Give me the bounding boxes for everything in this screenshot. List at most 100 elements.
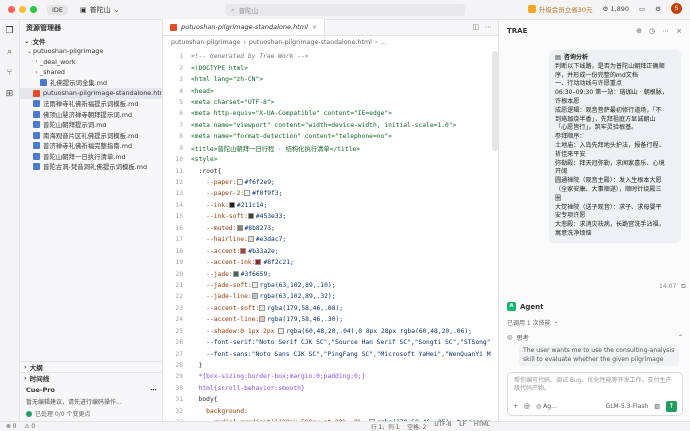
color-swatch-icon[interactable] — [247, 213, 254, 220]
color-swatch-icon[interactable] — [244, 190, 251, 197]
tree-file[interactable]: putuoshan-pilgrimage-standalone.html — [20, 88, 162, 99]
explorer-icon[interactable]: ❐ — [4, 26, 15, 37]
message-line: 参拜顺序： — [555, 133, 586, 141]
tree-file[interactable]: 南海观音片区礼佛提示词模板.md — [20, 130, 162, 141]
cue-pro-title: Cue-Pro — [26, 386, 55, 394]
code-value: rgba(179,58,46,.30); — [267, 316, 344, 324]
message-line: 成愿逻辑：观音菩萨最初修行道场，「不 — [555, 106, 662, 114]
model-select[interactable]: GLM-5.3-Flash — [606, 403, 649, 410]
code-token: <!-- Generated by Trae Work --> — [191, 53, 309, 61]
avatar[interactable]: S — [671, 3, 682, 14]
breadcrumb-item[interactable]: putuoshan-pilgrimage — [171, 39, 240, 46]
timeline-section-header[interactable]: › 时间线 — [20, 372, 163, 383]
cue-status-text: 已处理 0/0 个变更点 — [35, 411, 91, 418]
tree-file[interactable]: 普济禅寺礼佛祈福完整指南.md — [20, 141, 162, 152]
tree-folder[interactable]: › _shared — [20, 67, 162, 78]
search-icon[interactable]: ⌕ — [4, 47, 15, 58]
tab-standalone-html[interactable]: putuoshan-pilgrimage-standalone.html × — [163, 19, 326, 35]
color-swatch-icon[interactable] — [251, 281, 258, 288]
errors-indicator[interactable]: ⊗ 0 — [6, 424, 16, 430]
tree-folder[interactable]: ⌄ putuoshan-pilgrimage — [20, 46, 162, 57]
minimize-window-button[interactable] — [19, 6, 26, 13]
breadcrumb-item[interactable]: ... — [380, 39, 386, 46]
cue-pro-panel: Cue-Pro ⋯ 暂无编辑建议，请先进行编码操作... 已处理 0/0 个变更… — [20, 383, 163, 421]
mention-button[interactable]: @ — [524, 403, 530, 410]
code-line: 22 --jade-line: rgba(63,102,89,.32); — [163, 291, 498, 302]
split-editor-icon[interactable]: ◫ — [472, 23, 479, 31]
more-icon[interactable]: ⋯ — [662, 27, 669, 35]
code-view[interactable]: 1 <!-- Generated by Trae Work --> 2 <!DOCTY… — [163, 51, 498, 421]
code-token: --font-serif:"Noto Serif CJK SC","Source… — [191, 339, 491, 347]
tree-file[interactable]: 普陀山朝拜一日执行清单.md — [20, 151, 162, 162]
breadcrumb-item[interactable]: putuoshan-pilgrimage-standalone.html — [249, 39, 372, 46]
add-context-button[interactable]: + — [513, 403, 518, 410]
send-button[interactable]: ↑ — [666, 401, 677, 412]
color-swatch-icon[interactable] — [259, 304, 266, 311]
color-swatch-icon[interactable] — [240, 247, 247, 254]
encoding[interactable]: UTF-8 — [434, 422, 451, 431]
tree-file[interactable]: 礼佛提示词全集.md — [20, 78, 162, 89]
code-line: 6 <meta http-equiv="X-UA-Compatible" cont… — [163, 108, 498, 119]
tree-folder[interactable]: › _deai_work — [20, 57, 162, 68]
extensions-icon[interactable]: ⊞ — [4, 89, 15, 100]
tree-file[interactable]: 普陀古洞-梵音洞礼佛提示词模板.md — [20, 162, 162, 173]
tree-file[interactable]: 法雨禅寺礼佛祈福提示词模板.md — [20, 99, 162, 110]
settings-icon[interactable]: ⚙ — [655, 5, 661, 13]
tree-file[interactable]: 佛顶山慧济禅寺朝拜提示词.md — [20, 109, 162, 120]
thinking-section-header[interactable]: ◎ 思考 ⌃ — [507, 333, 683, 342]
color-swatch-icon[interactable] — [236, 224, 243, 231]
new-chat-icon[interactable]: ⊕ — [636, 27, 642, 35]
color-swatch-icon[interactable] — [278, 327, 285, 334]
chat-input[interactable]: 帮你编写代码、调试 Bug、优化性能等开发工作，交付生产级代码产物。 + @ ◎… — [507, 372, 683, 416]
skill-call-summary[interactable]: 已调用 1 次技能 ⌄ — [507, 318, 559, 327]
code-line: 18 --accent: #b33a2e; — [163, 245, 498, 256]
history-icon[interactable]: ◷ — [649, 27, 655, 35]
code-text: --ink-soft: #453e33; — [191, 213, 286, 220]
code-text: --jade-soft: rgba(63,102,89,.10); — [191, 281, 336, 289]
cue-pro-status: 已处理 0/0 个变更点 — [26, 409, 157, 418]
html-file-icon — [170, 23, 177, 31]
image-icon[interactable]: ▨ — [654, 403, 660, 410]
command-search-input[interactable]: ⌕ 普陀山 — [225, 4, 465, 16]
files-section-header[interactable]: ⌄ 文件 — [20, 35, 162, 46]
line-number: 13 — [175, 190, 183, 198]
code-text: <meta http-equiv="X-UA-Compatible" conte… — [191, 110, 392, 117]
ide-mode-badge[interactable]: IDE — [47, 4, 69, 15]
line-ending[interactable]: LF — [459, 422, 466, 431]
color-swatch-icon[interactable] — [236, 179, 243, 186]
chevron-up-icon: ⌃ — [677, 334, 683, 341]
line-number: 30 — [175, 384, 183, 392]
color-swatch-icon[interactable] — [228, 201, 235, 208]
color-swatch-icon[interactable] — [251, 293, 258, 300]
color-swatch-icon[interactable] — [259, 316, 266, 323]
tree-file[interactable]: 普陀山朝拜提示词.md — [20, 120, 162, 131]
cursor-position[interactable]: 行 1，列 1 — [371, 422, 399, 431]
close-icon[interactable]: × — [676, 27, 682, 35]
indentation[interactable]: 空格: 2 — [407, 422, 426, 431]
chevron-right-icon: › — [243, 39, 246, 46]
color-swatch-icon[interactable] — [232, 270, 239, 277]
close-tab-icon[interactable]: × — [312, 23, 317, 31]
sidebar-bottom: › 大纲 › 时间线 Cue-Pro ⋯ 暂无编辑建议，请先进行编码操作... … — [20, 361, 163, 421]
code-value: #f6f2e9; — [244, 179, 275, 187]
color-swatch-icon[interactable] — [247, 236, 254, 243]
message-line: 06:30–09:30 第一站：珞珈山 · 朝根脉， — [555, 89, 668, 97]
language-mode[interactable]: HTML — [474, 422, 490, 431]
close-window-button[interactable] — [8, 6, 15, 13]
color-swatch-icon[interactable] — [255, 259, 262, 266]
warnings-indicator[interactable]: ⚠ 0 — [24, 424, 35, 430]
maximize-window-button[interactable] — [30, 6, 37, 13]
source-control-icon[interactable]: ⑂ — [4, 68, 15, 79]
code-token: --accent-line: — [191, 316, 260, 324]
points-counter[interactable]: ⚙ 1,890 — [603, 5, 630, 13]
more-icon[interactable]: ⋯ — [485, 23, 492, 31]
code-token: --paper-2: — [191, 190, 245, 198]
project-switcher[interactable]: ▣ 普陀山 ⌄ — [80, 5, 120, 15]
more-icon[interactable]: ⋯ — [151, 386, 158, 394]
outline-section-header[interactable]: › 大纲 — [20, 361, 163, 372]
upgrade-button[interactable]: 升级会员立省30元 — [527, 4, 593, 14]
copy-icon[interactable]: ⧉ — [681, 283, 685, 291]
layout-icon[interactable]: ▭ — [639, 5, 645, 13]
agent-mode-select[interactable]: ◎ Ag... — [536, 403, 557, 410]
code-token: <meta charset="UTF-8"> — [191, 98, 275, 106]
